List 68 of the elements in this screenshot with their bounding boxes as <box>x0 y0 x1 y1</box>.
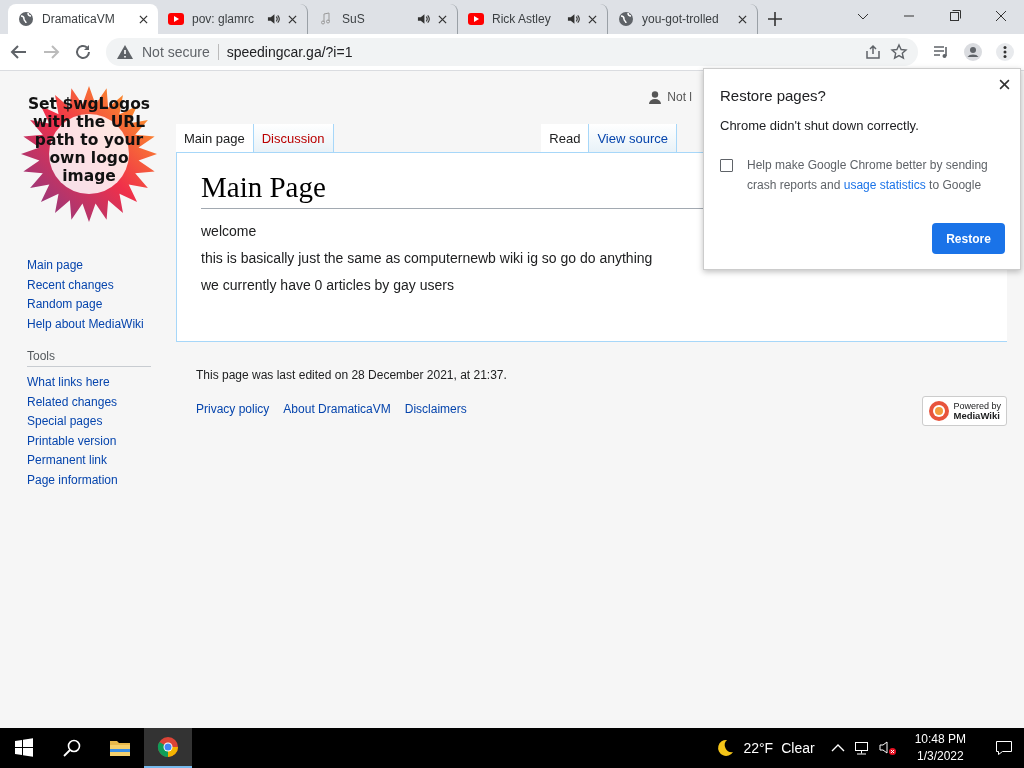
page-tab[interactable]: Discussion <box>253 124 334 152</box>
warning-icon <box>116 43 134 61</box>
page-tab[interactable]: Main page <box>176 124 254 152</box>
chrome-icon <box>157 736 179 758</box>
sidebar-link[interactable]: Main page <box>27 257 151 274</box>
new-tab-icon[interactable] <box>768 12 782 26</box>
sidebar-link[interactable]: Related changes <box>27 393 151 410</box>
sidebar-link[interactable]: What links here <box>27 374 151 391</box>
profile-icon[interactable] <box>964 43 982 61</box>
page-tab[interactable]: View source <box>589 124 677 152</box>
close-icon[interactable] <box>139 14 148 24</box>
globe-icon <box>18 11 34 27</box>
close-icon[interactable] <box>288 14 297 24</box>
address-bar[interactable]: Not secure speedingcar.ga/?i=1 <box>106 38 918 66</box>
usage-statistics-link[interactable]: usage statistics <box>843 178 926 192</box>
temperature-text[interactable]: 22°F <box>743 740 774 756</box>
speaker-icon[interactable] <box>417 13 430 25</box>
security-label: Not secure <box>142 44 219 60</box>
powered-by-badge[interactable]: Powered by MediaWiki <box>922 396 1007 426</box>
powered-by-text: Powered by MediaWiki <box>953 401 1001 421</box>
close-icon[interactable] <box>438 14 447 24</box>
sidebar-link[interactable]: Permanent link <box>27 452 151 469</box>
speaker-icon[interactable] <box>567 13 580 25</box>
sidebar-link[interactable]: Printable version <box>27 432 151 449</box>
speaker-icon[interactable] <box>267 13 280 25</box>
moon-icon[interactable] <box>715 738 736 758</box>
dialog-title: Restore pages? <box>720 87 827 104</box>
footer-link[interactable]: About DramaticaVM <box>283 401 391 418</box>
reload-icon[interactable] <box>74 43 92 61</box>
network-icon[interactable] <box>852 740 871 756</box>
paragraph: this is basically just the same as computernewb wiki ig so go do anything <box>201 250 654 266</box>
weather-condition[interactable]: Clear <box>781 740 815 756</box>
share-icon[interactable] <box>864 43 882 61</box>
user-icon <box>649 90 662 104</box>
page-tab[interactable]: Read <box>541 124 590 152</box>
checkbox[interactable] <box>720 159 733 172</box>
clock-time[interactable]: 10:48 PM <box>914 731 966 748</box>
browser-tab[interactable]: DramaticaVM <box>8 4 158 34</box>
video-play-icon <box>468 11 484 27</box>
star-icon[interactable] <box>890 43 908 61</box>
paragraph: we currently have 0 articles by gay users <box>201 277 455 293</box>
sidebar-link[interactable]: Recent changes <box>27 276 151 293</box>
user-link[interactable]: Not l <box>667 90 692 104</box>
last-edited-text: This page was last edited on 28 December 2021, at 21:37. <box>196 368 507 382</box>
sidebar-link[interactable]: Random page <box>27 296 151 313</box>
speaker-muted-icon[interactable] <box>878 740 897 756</box>
chevron-up-icon[interactable] <box>830 743 845 753</box>
taskbar-app[interactable] <box>144 728 192 768</box>
close-icon[interactable] <box>588 14 597 24</box>
windows-logo-icon[interactable] <box>13 737 35 759</box>
sidebar-link[interactable]: Help about MediaWiki <box>27 315 151 332</box>
footer-link[interactable]: Privacy policy <box>196 401 270 418</box>
media-queue-icon[interactable] <box>932 43 950 61</box>
footer-link[interactable]: Disclaimers <box>404 401 467 418</box>
clock-date[interactable]: 1/3/2022 <box>916 748 964 765</box>
dialog-message: Chrome didn't shut down correctly. <box>720 118 920 133</box>
flower-icon <box>928 400 951 422</box>
sidebar-link[interactable]: Page information <box>27 471 151 488</box>
back-arrow-icon[interactable] <box>10 43 28 61</box>
restore-button[interactable]: Restore <box>932 223 1005 254</box>
close-icon[interactable] <box>738 14 747 24</box>
url-text: speedingcar.ga/?i=1 <box>226 44 353 60</box>
tools-heading: Tools <box>27 349 151 367</box>
search-icon[interactable] <box>61 737 83 759</box>
sidebar-link[interactable]: Special pages <box>27 413 151 430</box>
video-play-icon <box>168 11 184 27</box>
globe-icon <box>618 11 634 27</box>
menu-icon[interactable] <box>996 43 1014 61</box>
